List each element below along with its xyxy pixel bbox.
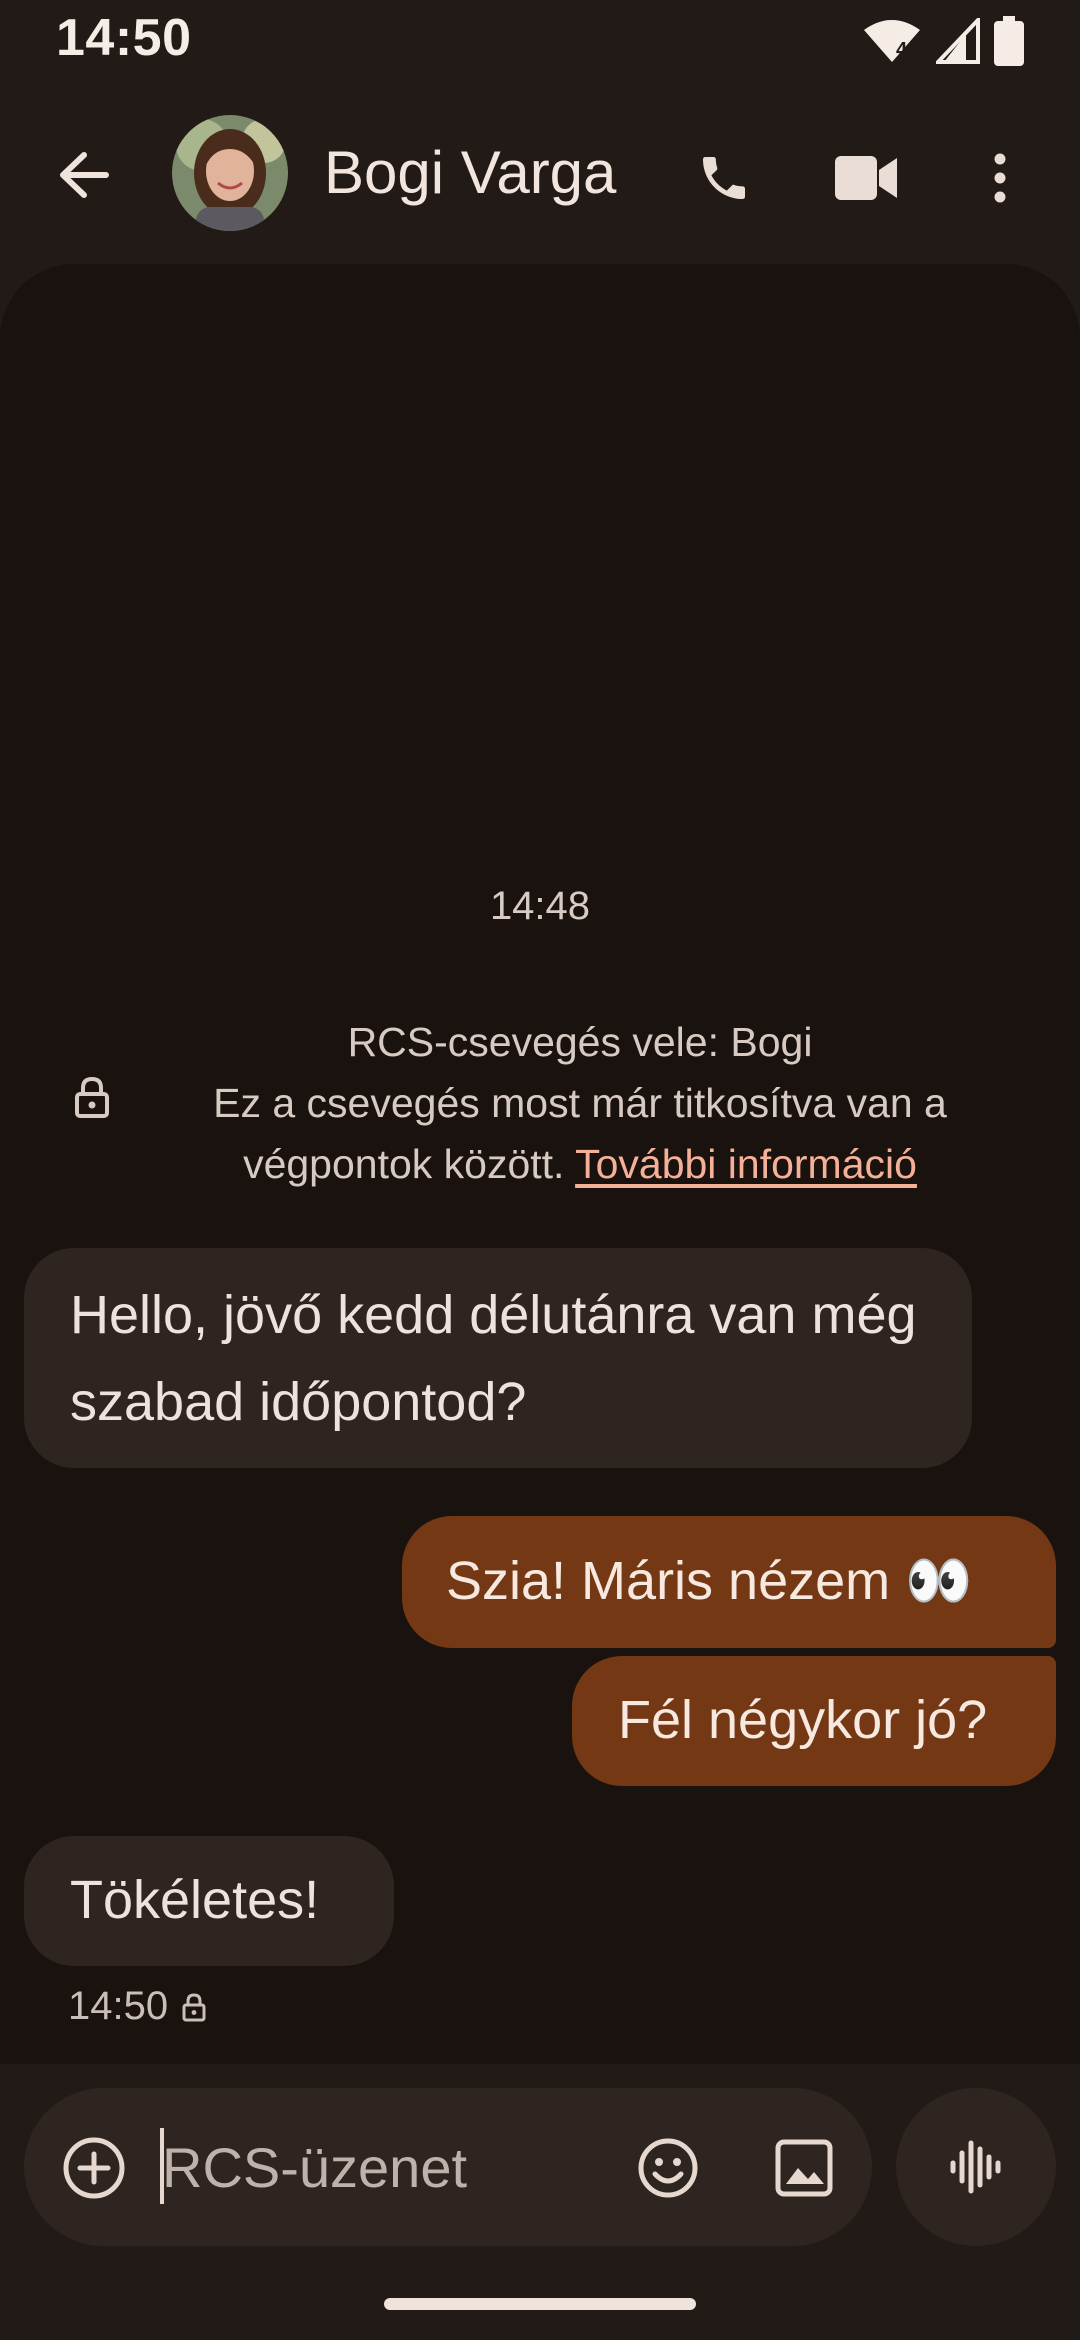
emoji-button[interactable] — [632, 2132, 704, 2204]
status-icons: 4 — [862, 16, 1024, 66]
gallery-button[interactable] — [768, 2132, 840, 2204]
more-vert-icon — [994, 153, 1006, 203]
voice-call-button[interactable] — [682, 136, 766, 220]
message-text: Tökéletes! — [70, 1870, 320, 1930]
status-time: 14:50 — [56, 9, 192, 67]
encryption-notice-text-3: végpontok között. — [243, 1141, 565, 1187]
message-text: Hello, jövő kedd délutánra van még szaba… — [70, 1285, 917, 1432]
status-bar: 14:50 4 — [0, 0, 1080, 82]
encryption-notice-title: RCS-csevegés vele: Bogi — [347, 1019, 813, 1065]
more-options-button[interactable] — [960, 136, 1040, 220]
contact-avatar[interactable] — [172, 115, 288, 231]
contact-name[interactable]: Bogi Varga — [324, 138, 616, 207]
encrypted-lock-icon — [182, 1992, 206, 2021]
message-bubble-incoming[interactable]: Hello, jövő kedd délutánra van még szaba… — [24, 1248, 972, 1468]
network-type-label: 4 — [896, 39, 908, 61]
arrow-back-icon — [60, 152, 109, 198]
message-time: 14:50 — [68, 1984, 169, 2028]
message-input[interactable] — [160, 2124, 604, 2210]
cellular-signal-icon — [936, 18, 980, 64]
avatar-photo — [172, 115, 288, 231]
message-bubble-incoming[interactable]: Tökéletes! — [24, 1836, 394, 1966]
emoji-icon — [638, 2138, 698, 2198]
message-text: Szia! Máris nézem 👀 — [446, 1551, 973, 1611]
message-bubble-outgoing[interactable]: Fél négykor jó? — [572, 1656, 1056, 1786]
encryption-notice-text: Ez a csevegés most már titkosítva van a — [213, 1080, 947, 1126]
message-composer — [24, 2088, 872, 2246]
encryption-notice-text-2: végpontok között. További információ — [150, 1134, 1010, 1195]
conversation-timestamp: 14:48 — [489, 884, 591, 928]
message-text: Fél négykor jó? — [618, 1690, 988, 1750]
video-camera-icon — [835, 156, 897, 200]
wifi-icon: 4 — [864, 20, 920, 62]
voice-message-button[interactable] — [896, 2088, 1056, 2246]
home-indicator[interactable] — [384, 2298, 696, 2310]
voice-waveform-icon — [950, 2140, 1001, 2194]
battery-icon — [994, 16, 1024, 66]
message-meta: 14:50 — [68, 1984, 206, 2029]
add-circle-icon — [63, 2137, 125, 2199]
learn-more-link[interactable]: További információ — [575, 1141, 917, 1187]
video-call-button[interactable] — [818, 136, 914, 220]
message-bubble-outgoing[interactable]: Szia! Máris nézem 👀 — [402, 1516, 1056, 1648]
back-button[interactable] — [42, 138, 126, 212]
add-attachment-button[interactable] — [58, 2132, 130, 2204]
lock-icon — [75, 1076, 109, 1118]
image-icon — [775, 2139, 833, 2197]
conversation-app-bar: Bogi Varga — [0, 100, 1080, 250]
phone-icon — [703, 157, 745, 199]
